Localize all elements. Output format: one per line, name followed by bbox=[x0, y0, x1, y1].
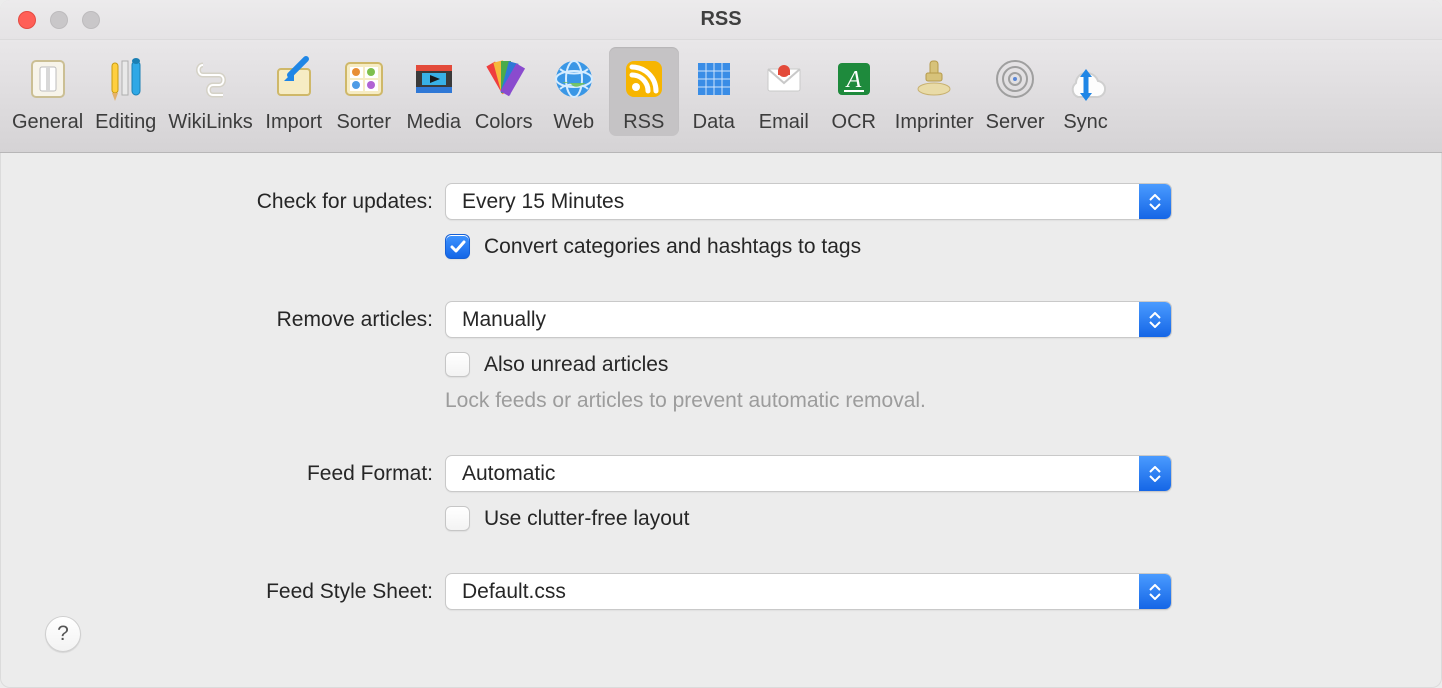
tab-data[interactable]: Data bbox=[679, 47, 749, 136]
tab-label: Media bbox=[407, 111, 461, 134]
tab-label: OCR bbox=[832, 111, 876, 134]
clutter-free-label: Use clutter-free layout bbox=[484, 507, 689, 531]
minimize-button[interactable] bbox=[50, 11, 68, 29]
tab-rss[interactable]: RSS bbox=[609, 47, 679, 136]
tab-general[interactable]: General bbox=[6, 47, 89, 136]
ocr-icon: A bbox=[828, 53, 880, 105]
tab-label: Data bbox=[693, 111, 735, 134]
tab-label: Editing bbox=[95, 111, 156, 134]
feed-format-select[interactable]: Automatic bbox=[445, 455, 1172, 492]
chevron-updown-icon bbox=[1139, 456, 1171, 491]
tab-label: Colors bbox=[475, 111, 533, 134]
remove-articles-label: Remove articles: bbox=[40, 308, 445, 332]
check-updates-value: Every 15 Minutes bbox=[446, 190, 1139, 214]
general-icon bbox=[22, 53, 74, 105]
remove-articles-value: Manually bbox=[446, 308, 1139, 332]
svg-text:A: A bbox=[844, 67, 861, 93]
server-icon bbox=[989, 53, 1041, 105]
editing-icon bbox=[100, 53, 152, 105]
email-icon bbox=[758, 53, 810, 105]
tab-sorter[interactable]: Sorter bbox=[329, 47, 399, 136]
tab-label: RSS bbox=[623, 111, 664, 134]
imprinter-icon bbox=[908, 53, 960, 105]
tab-import[interactable]: Import bbox=[259, 47, 329, 136]
tab-label: Web bbox=[553, 111, 594, 134]
tab-label: General bbox=[12, 111, 83, 134]
tab-sync[interactable]: Sync bbox=[1051, 47, 1121, 136]
tab-server[interactable]: Server bbox=[980, 47, 1051, 136]
tab-label: Server bbox=[986, 111, 1045, 134]
tab-label: WikiLinks bbox=[168, 111, 252, 134]
tab-label: Imprinter bbox=[895, 111, 974, 134]
titlebar: RSS bbox=[0, 0, 1442, 40]
web-icon bbox=[548, 53, 600, 105]
feed-style-value: Default.css bbox=[446, 580, 1139, 604]
chevron-updown-icon bbox=[1139, 184, 1171, 219]
convert-tags-checkbox[interactable] bbox=[445, 234, 470, 259]
tab-label: Email bbox=[759, 111, 809, 134]
data-icon bbox=[688, 53, 740, 105]
also-unread-checkbox[interactable] bbox=[445, 352, 470, 377]
clutter-free-checkbox[interactable] bbox=[445, 506, 470, 531]
tab-imprinter[interactable]: Imprinter bbox=[889, 47, 980, 136]
close-button[interactable] bbox=[18, 11, 36, 29]
also-unread-label: Also unread articles bbox=[484, 353, 668, 377]
feed-format-value: Automatic bbox=[446, 462, 1139, 486]
zoom-button[interactable] bbox=[82, 11, 100, 29]
import-icon bbox=[268, 53, 320, 105]
chevron-updown-icon bbox=[1139, 302, 1171, 337]
tab-editing[interactable]: Editing bbox=[89, 47, 162, 136]
chevron-updown-icon bbox=[1139, 574, 1171, 609]
remove-articles-select[interactable]: Manually bbox=[445, 301, 1172, 338]
media-icon bbox=[408, 53, 460, 105]
remove-articles-hint: Lock feeds or articles to prevent automa… bbox=[445, 389, 926, 413]
tab-wikilinks[interactable]: WikiLinks bbox=[162, 47, 258, 136]
tab-web[interactable]: Web bbox=[539, 47, 609, 136]
preferences-window: RSS General bbox=[0, 0, 1442, 688]
traffic-lights bbox=[18, 11, 100, 29]
sync-icon bbox=[1060, 53, 1112, 105]
toolbar: General Editing bbox=[0, 40, 1442, 153]
colors-icon bbox=[478, 53, 530, 105]
rss-icon bbox=[618, 53, 670, 105]
tab-label: Sorter bbox=[337, 111, 391, 134]
tab-label: Import bbox=[265, 111, 322, 134]
window-title: RSS bbox=[700, 8, 741, 31]
tab-label: Sync bbox=[1063, 111, 1107, 134]
tab-email[interactable]: Email bbox=[749, 47, 819, 136]
sorter-icon bbox=[338, 53, 390, 105]
feed-style-label: Feed Style Sheet: bbox=[40, 580, 445, 604]
check-updates-select[interactable]: Every 15 Minutes bbox=[445, 183, 1172, 220]
tab-media[interactable]: Media bbox=[399, 47, 469, 136]
help-icon: ? bbox=[57, 622, 69, 646]
convert-tags-label: Convert categories and hashtags to tags bbox=[484, 235, 861, 259]
content-area: Check for updates: Every 15 Minutes Conv… bbox=[0, 153, 1442, 688]
check-updates-label: Check for updates: bbox=[40, 190, 445, 214]
tab-ocr[interactable]: A OCR bbox=[819, 47, 889, 136]
help-button[interactable]: ? bbox=[45, 616, 81, 652]
feed-format-label: Feed Format: bbox=[40, 462, 445, 486]
tab-colors[interactable]: Colors bbox=[469, 47, 539, 136]
feed-style-select[interactable]: Default.css bbox=[445, 573, 1172, 610]
wikilinks-icon bbox=[185, 53, 237, 105]
